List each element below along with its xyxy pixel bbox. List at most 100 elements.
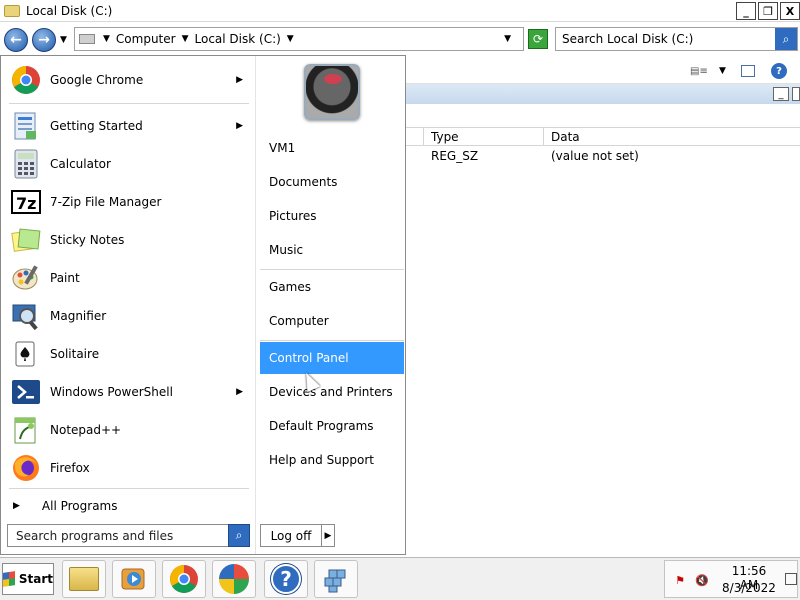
preview-pane-icon[interactable] <box>741 65 755 77</box>
help-icon: ? <box>271 564 301 594</box>
breadcrumb-local-disk[interactable]: Local Disk (C:) <box>195 32 281 46</box>
search-input[interactable]: Search Local Disk (C:) ⌕ <box>555 27 798 51</box>
log-off-button[interactable]: Log off <box>260 524 322 547</box>
program-item[interactable]: Solitaire <box>5 336 251 372</box>
place-documents[interactable]: Documents <box>260 166 404 198</box>
refresh-button[interactable]: ⟳ <box>528 29 548 49</box>
taskbar: Start ? ⚑ 🔇 11:56 AM 8/3/2022 <box>0 557 800 600</box>
view-options-icon[interactable]: ▤≡ <box>690 66 708 77</box>
chrome-icon <box>10 64 42 96</box>
start-label: Start <box>18 572 53 586</box>
explorer-toolbar: ▤≡ ▼ ? <box>405 60 800 84</box>
svg-text:7z: 7z <box>16 194 36 213</box>
folder-icon <box>4 4 20 17</box>
show-desktop-button[interactable] <box>785 573 797 585</box>
program-label: Google Chrome <box>50 73 144 87</box>
breadcrumb-computer[interactable]: Computer <box>116 32 176 46</box>
getting-started-icon <box>10 110 42 142</box>
taskbar-media-player[interactable] <box>112 560 156 598</box>
taskbar-windows-update[interactable] <box>212 560 256 598</box>
program-item[interactable]: Windows PowerShell ▶ <box>5 374 251 410</box>
search-programs-placeholder: Search programs and files <box>16 528 174 543</box>
program-item[interactable]: Getting Started ▶ <box>5 108 251 144</box>
program-label: 7-Zip File Manager <box>50 195 162 209</box>
program-label: Getting Started <box>50 119 143 133</box>
notepadpp-icon <box>10 414 42 446</box>
place-computer[interactable]: Computer <box>260 305 404 337</box>
all-programs-label: All Programs <box>41 499 118 513</box>
place-help-support[interactable]: Help and Support <box>260 444 404 476</box>
search-icon[interactable]: ⌕ <box>228 524 250 547</box>
help-icon[interactable]: ? <box>771 63 787 79</box>
back-button[interactable]: ← <box>4 28 28 52</box>
program-label: Windows PowerShell <box>50 385 173 399</box>
forward-button[interactable]: → <box>32 28 56 52</box>
program-item[interactable]: Google Chrome ▶ <box>5 62 251 98</box>
place-vm1[interactable]: VM1 <box>260 132 404 164</box>
program-item[interactable]: Magnifier <box>5 298 251 334</box>
program-item[interactable]: 7z 7-Zip File Manager <box>5 184 251 220</box>
clock-date[interactable]: 8/3/2022 <box>721 581 777 595</box>
maximize-button[interactable] <box>792 87 800 101</box>
user-avatar[interactable] <box>304 64 360 120</box>
search-icon[interactable]: ⌕ <box>775 28 797 50</box>
action-center-icon[interactable]: ⚑ <box>673 573 687 587</box>
column-type[interactable]: Type <box>431 130 459 144</box>
chevron-down-icon[interactable]: ▼ <box>287 34 294 44</box>
taskbar-help[interactable]: ? <box>264 560 308 598</box>
start-button[interactable]: Start <box>2 563 54 595</box>
calculator-icon <box>10 148 42 180</box>
place-games[interactable]: Games <box>260 271 404 303</box>
program-label: Sticky Notes <box>50 233 125 247</box>
chevron-right-icon[interactable]: ▶ <box>236 75 243 85</box>
program-item[interactable]: Paint <box>5 260 251 296</box>
drive-icon <box>79 34 95 44</box>
search-programs-input[interactable]: Search programs and files <box>7 524 229 547</box>
taskbar-chrome[interactable] <box>162 560 206 598</box>
place-pictures[interactable]: Pictures <box>260 200 404 232</box>
window-title: Local Disk (C:) <box>26 3 113 18</box>
search-placeholder: Search Local Disk (C:) <box>562 32 694 46</box>
program-item[interactable]: Calculator <box>5 146 251 182</box>
program-label: Paint <box>50 271 80 285</box>
taskbar-registry-editor[interactable] <box>314 560 358 598</box>
shutdown-options-button[interactable]: ▶ <box>321 524 335 547</box>
place-default-programs[interactable]: Default Programs <box>260 410 404 442</box>
chevron-down-icon[interactable]: ▼ <box>182 34 189 44</box>
start-menu-places: VM1 Documents Pictures Music Games Compu… <box>255 56 405 554</box>
solitaire-icon <box>10 338 42 370</box>
start-menu: Google Chrome ▶ Getting Started ▶ Calcul… <box>0 55 406 555</box>
recent-pages-dropdown[interactable]: ▼ <box>60 35 67 45</box>
program-item[interactable]: Firefox <box>5 450 251 486</box>
chevron-right-icon[interactable]: ▶ <box>236 121 243 131</box>
registry-value-data[interactable]: (value not set) <box>551 149 639 163</box>
program-item[interactable]: Sticky Notes <box>5 222 251 258</box>
registry-column-header: Type Data <box>405 127 800 146</box>
close-button[interactable]: X <box>780 2 800 20</box>
program-label: Calculator <box>50 157 111 171</box>
chevron-right-icon[interactable]: ▶ <box>236 387 243 397</box>
program-item[interactable]: Notepad++ <box>5 412 251 448</box>
maximize-button[interactable]: ❐ <box>758 2 778 20</box>
chevron-down-icon[interactable]: ▼ <box>719 66 726 76</box>
minimize-button[interactable]: _ <box>773 87 789 101</box>
program-label: Magnifier <box>50 309 107 323</box>
address-history-dropdown[interactable]: ▼ <box>504 34 511 44</box>
media-player-icon <box>121 568 145 590</box>
registry-value-type[interactable]: REG_SZ <box>431 149 478 163</box>
address-bar[interactable]: ▼ Computer ▼ Local Disk (C:) ▼ ▼ <box>74 27 524 51</box>
place-control-panel[interactable]: Control Panel <box>260 342 404 374</box>
7zip-icon: 7z <box>10 186 42 218</box>
place-music[interactable]: Music <box>260 234 404 266</box>
explorer-icon <box>69 567 99 591</box>
chevron-right-icon[interactable]: ▼ <box>103 34 110 44</box>
place-devices-printers[interactable]: Devices and Printers <box>260 376 404 408</box>
paint-icon <box>10 262 42 294</box>
magnifier-icon <box>10 300 42 332</box>
column-data[interactable]: Data <box>551 130 580 144</box>
volume-muted-icon[interactable]: 🔇 <box>695 573 709 587</box>
taskbar-explorer[interactable] <box>62 560 106 598</box>
all-programs-button[interactable]: ▶ All Programs <box>5 494 251 518</box>
firefox-icon <box>10 452 42 484</box>
minimize-button[interactable]: _ <box>736 2 756 20</box>
